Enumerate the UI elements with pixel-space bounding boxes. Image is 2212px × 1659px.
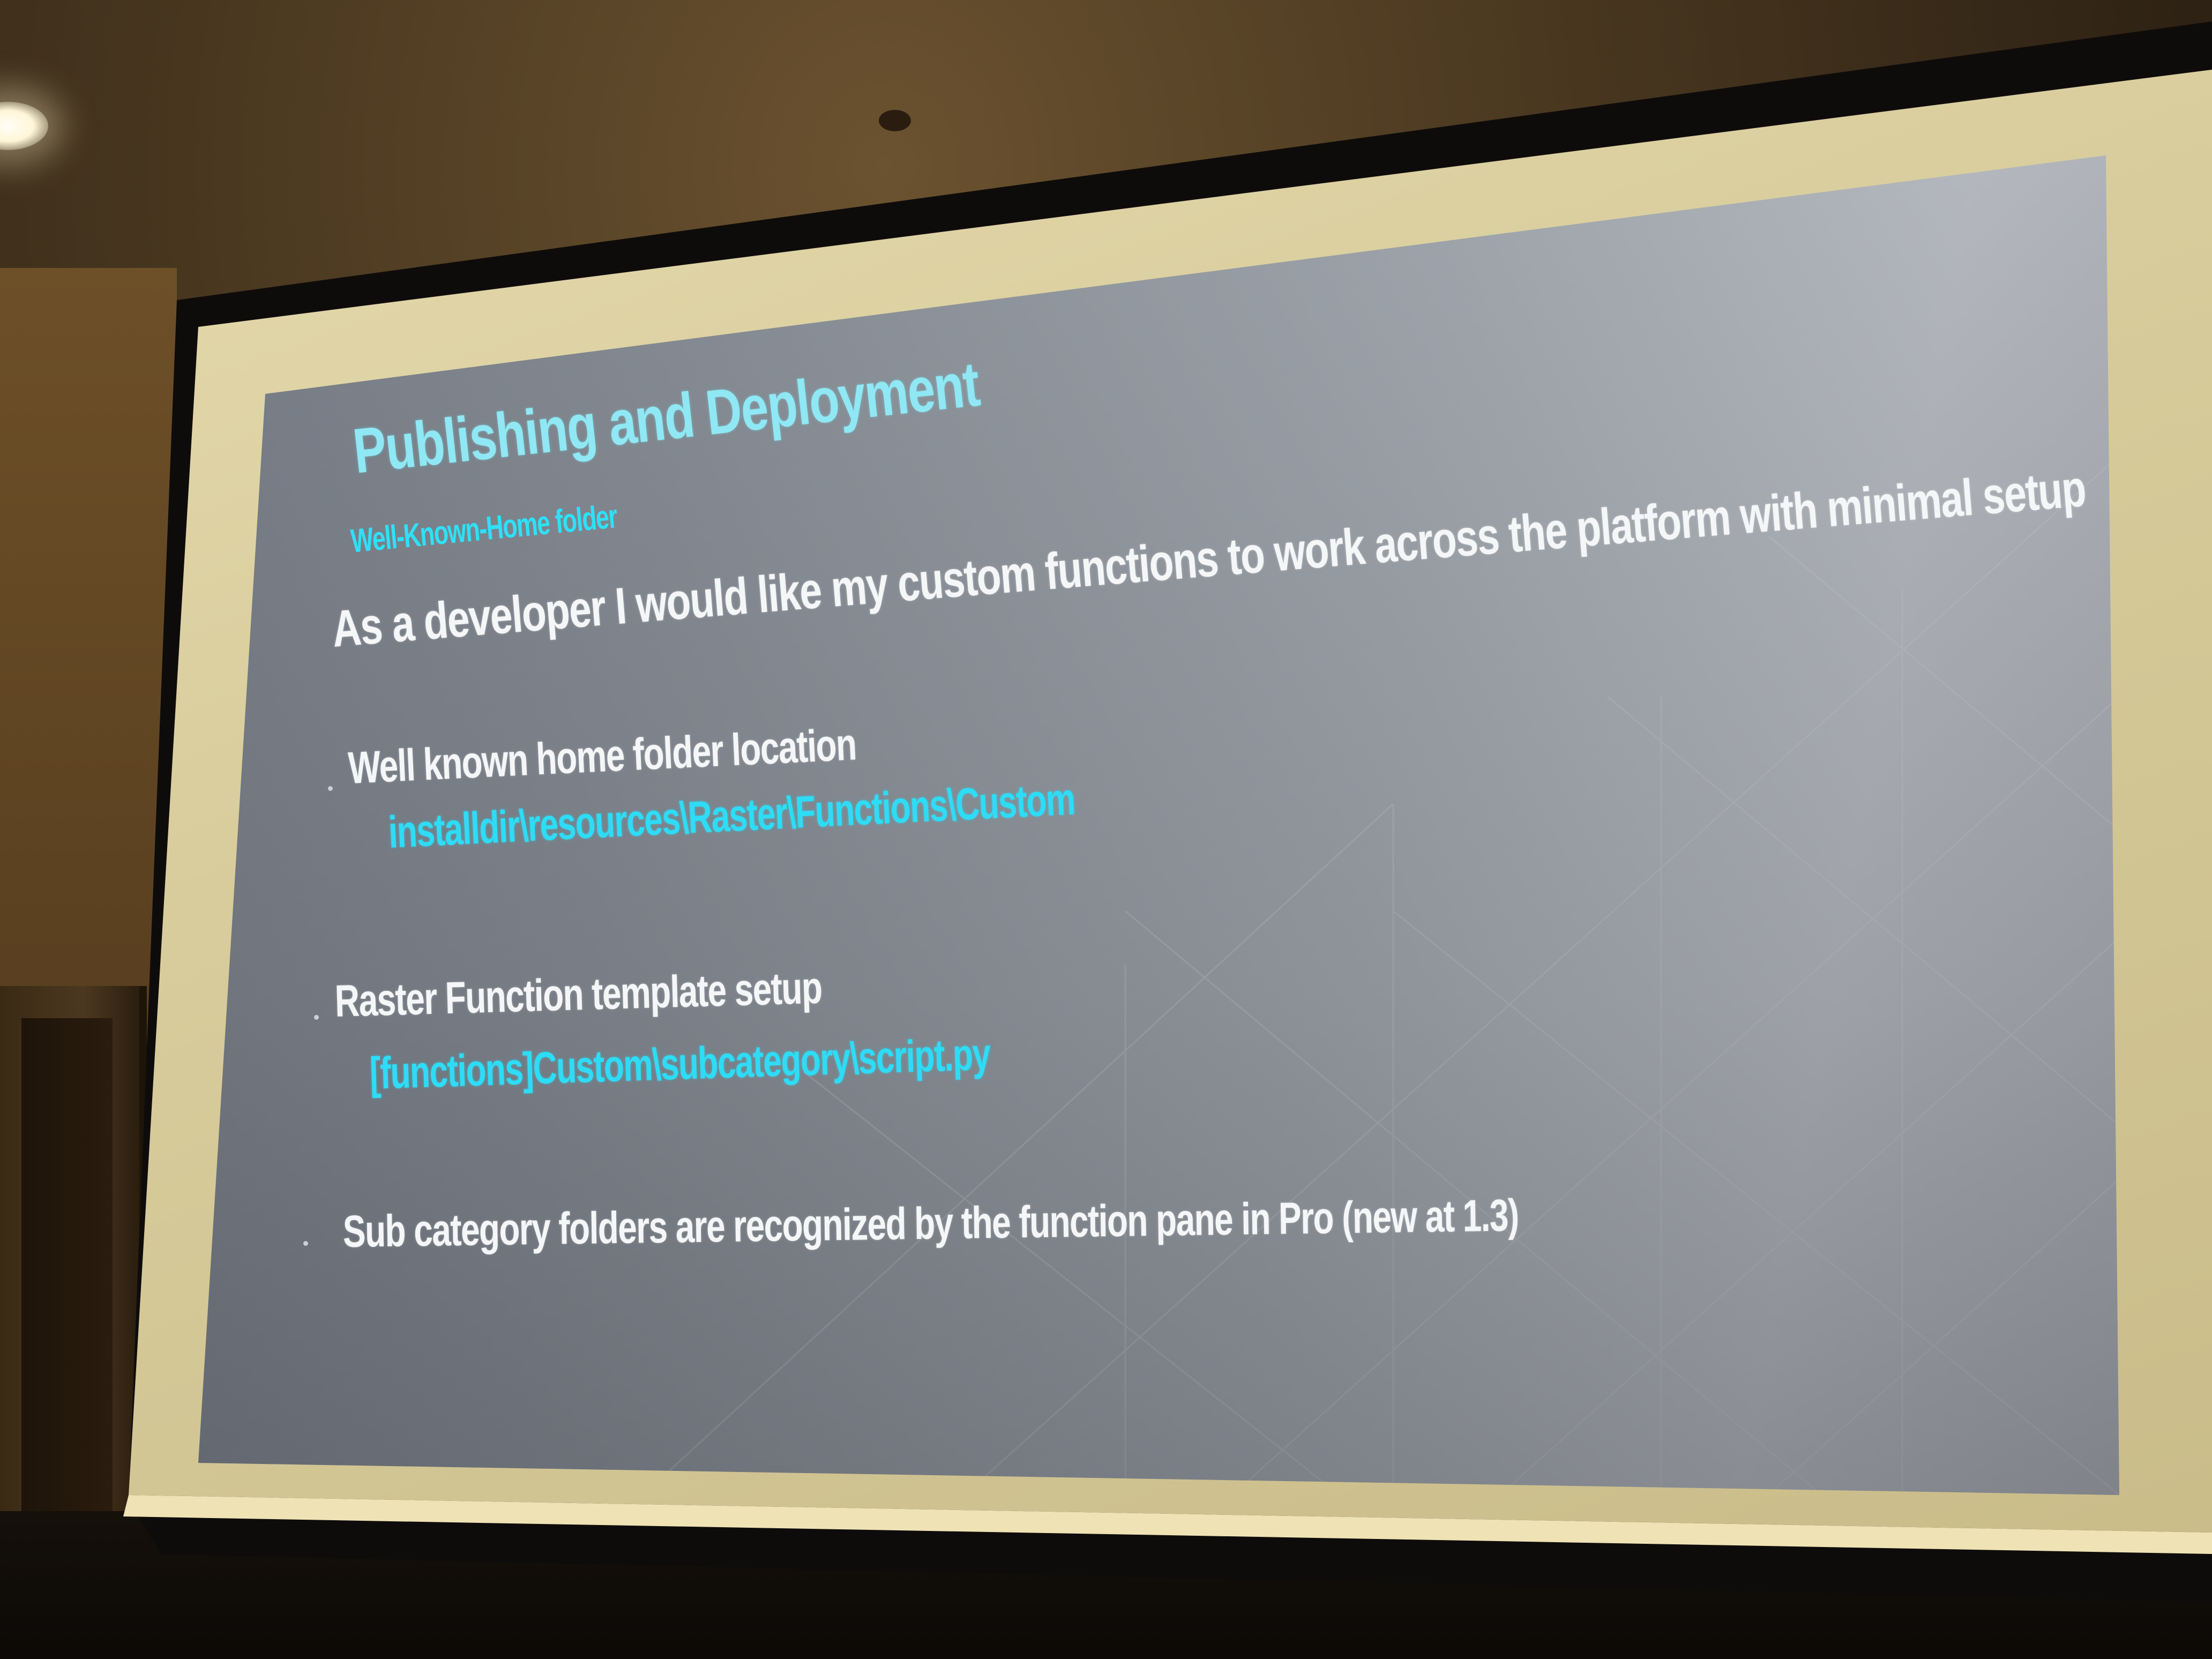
bullet-marker <box>328 786 333 791</box>
bullet-marker <box>303 1241 308 1246</box>
ceiling-light <box>0 102 48 150</box>
ceiling-fixture <box>879 110 911 131</box>
conference-room: Publishing and Deployment Well-Known-Hom… <box>0 0 2212 1659</box>
bullet-marker <box>314 1015 319 1020</box>
